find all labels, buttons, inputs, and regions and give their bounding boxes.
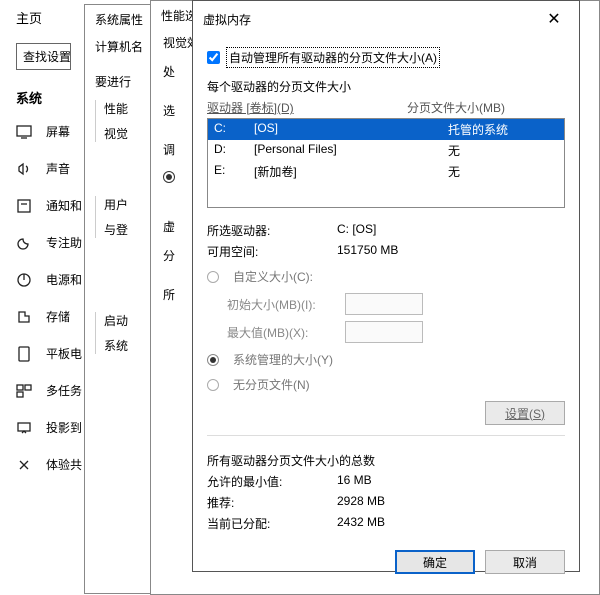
settings-search-box[interactable]: 查找设置 [16, 43, 71, 70]
radio-system-managed [207, 354, 219, 366]
drive-letter: D: [214, 142, 254, 159]
totals-title: 所有驱动器分页文件大小的总数 [207, 452, 565, 469]
close-icon[interactable]: ✕ [539, 9, 569, 29]
auto-manage-label: 自动管理所有驱动器的分页文件大小(A) [226, 47, 440, 68]
system-managed-label: 系统管理的大小(Y) [233, 351, 333, 368]
each-drive-label: 每个驱动器的分页文件大小 [207, 78, 565, 95]
free-space-value: 151750 MB [337, 243, 565, 260]
drive-label: [新加卷] [254, 163, 448, 180]
nav-icon [16, 420, 32, 436]
drive-size: 无 [448, 163, 558, 180]
selected-drive-value: C: [OS] [337, 222, 565, 239]
nav-icon [16, 309, 32, 325]
recommended-label: 推荐: [207, 494, 337, 511]
auto-manage-checkbox[interactable]: 自动管理所有驱动器的分页文件大小(A) [207, 47, 565, 68]
initial-size-input [345, 293, 423, 315]
nav-label: 声音 [46, 160, 70, 177]
drive-size: 托管的系统 [448, 121, 558, 138]
nav-icon [16, 124, 32, 140]
no-paging-label: 无分页文件(N) [233, 376, 310, 393]
drive-list[interactable]: C:[OS]托管的系统D:[Personal Files]无E:[新加卷]无 [207, 118, 565, 208]
drive-letter: E: [214, 163, 254, 180]
set-button: 设置(S) [485, 401, 565, 425]
radio-custom-size [207, 271, 219, 283]
cancel-button[interactable]: 取消 [485, 550, 565, 574]
nav-label: 平板电 [46, 345, 82, 362]
free-space-label: 可用空间: [207, 243, 337, 260]
radio-no-paging [207, 379, 219, 391]
radio-option[interactable] [163, 171, 175, 183]
min-allowed-label: 允许的最小值: [207, 473, 337, 490]
selected-drive-label: 所选驱动器: [207, 222, 337, 239]
auto-manage-checkbox-input[interactable] [207, 51, 220, 64]
initial-size-label: 初始大小(MB)(I): [227, 296, 337, 313]
drive-row[interactable]: C:[OS]托管的系统 [208, 119, 564, 140]
drive-row[interactable]: D:[Personal Files]无 [208, 140, 564, 161]
nav-label: 电源和 [46, 271, 82, 288]
nav-label: 专注助 [46, 234, 82, 251]
nav-icon [16, 235, 32, 251]
nav-icon [16, 161, 32, 177]
nav-label: 多任务 [46, 382, 82, 399]
custom-size-label: 自定义大小(C): [233, 268, 313, 285]
column-drive: 驱动器 [卷标](D) [207, 99, 407, 116]
nav-label: 存储 [46, 308, 70, 325]
nav-icon [16, 272, 32, 288]
drive-row[interactable]: E:[新加卷]无 [208, 161, 564, 182]
drive-label: [Personal Files] [254, 142, 448, 159]
drive-size: 无 [448, 142, 558, 159]
recommended-value: 2928 MB [337, 494, 565, 511]
max-size-input [345, 321, 423, 343]
virtual-memory-dialog: 虚拟内存 ✕ 自动管理所有驱动器的分页文件大小(A) 每个驱动器的分页文件大小 … [192, 0, 580, 572]
nav-icon [16, 346, 32, 362]
drive-label: [OS] [254, 121, 448, 138]
currently-allocated-value: 2432 MB [337, 515, 565, 532]
nav-icon [16, 457, 32, 473]
max-size-label: 最大值(MB)(X): [227, 324, 337, 341]
nav-icon [16, 383, 32, 399]
nav-label: 体验共 [46, 456, 82, 473]
column-size: 分页文件大小(MB) [407, 99, 505, 116]
nav-icon [16, 198, 32, 214]
nav-label: 屏幕 [46, 123, 70, 140]
drive-letter: C: [214, 121, 254, 138]
nav-label: 投影到 [46, 419, 82, 436]
currently-allocated-label: 当前已分配: [207, 515, 337, 532]
min-allowed-value: 16 MB [337, 473, 565, 490]
nav-label: 通知和 [46, 197, 82, 214]
ok-button[interactable]: 确定 [395, 550, 475, 574]
dialog-title: 虚拟内存 [203, 11, 251, 28]
